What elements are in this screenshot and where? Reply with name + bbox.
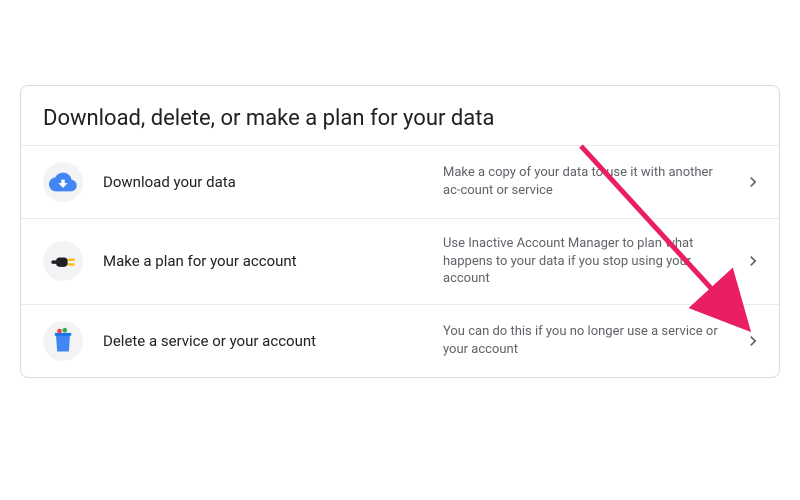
row-title: Download your data — [103, 173, 443, 191]
download-data-row[interactable]: Download your data Make a copy of your d… — [21, 145, 779, 218]
chevron-right-icon — [741, 331, 765, 351]
row-description: You can do this if you no longer use a s… — [443, 323, 741, 358]
power-plug-icon — [43, 241, 83, 281]
row-title: Make a plan for your account — [103, 252, 443, 270]
data-management-card: Download, delete, or make a plan for you… — [20, 85, 780, 378]
cloud-download-icon — [43, 162, 83, 202]
card-title: Download, delete, or make a plan for you… — [21, 86, 779, 145]
row-description: Use Inactive Account Manager to plan wha… — [443, 235, 741, 288]
chevron-right-icon — [741, 251, 765, 271]
row-title: Delete a service or your account — [103, 332, 443, 350]
make-plan-row[interactable]: Make a plan for your account Use Inactiv… — [21, 218, 779, 304]
delete-service-row[interactable]: Delete a service or your account You can… — [21, 304, 779, 377]
row-description: Make a copy of your data to use it with … — [443, 164, 741, 199]
trash-bin-icon — [43, 321, 83, 361]
chevron-right-icon — [741, 172, 765, 192]
